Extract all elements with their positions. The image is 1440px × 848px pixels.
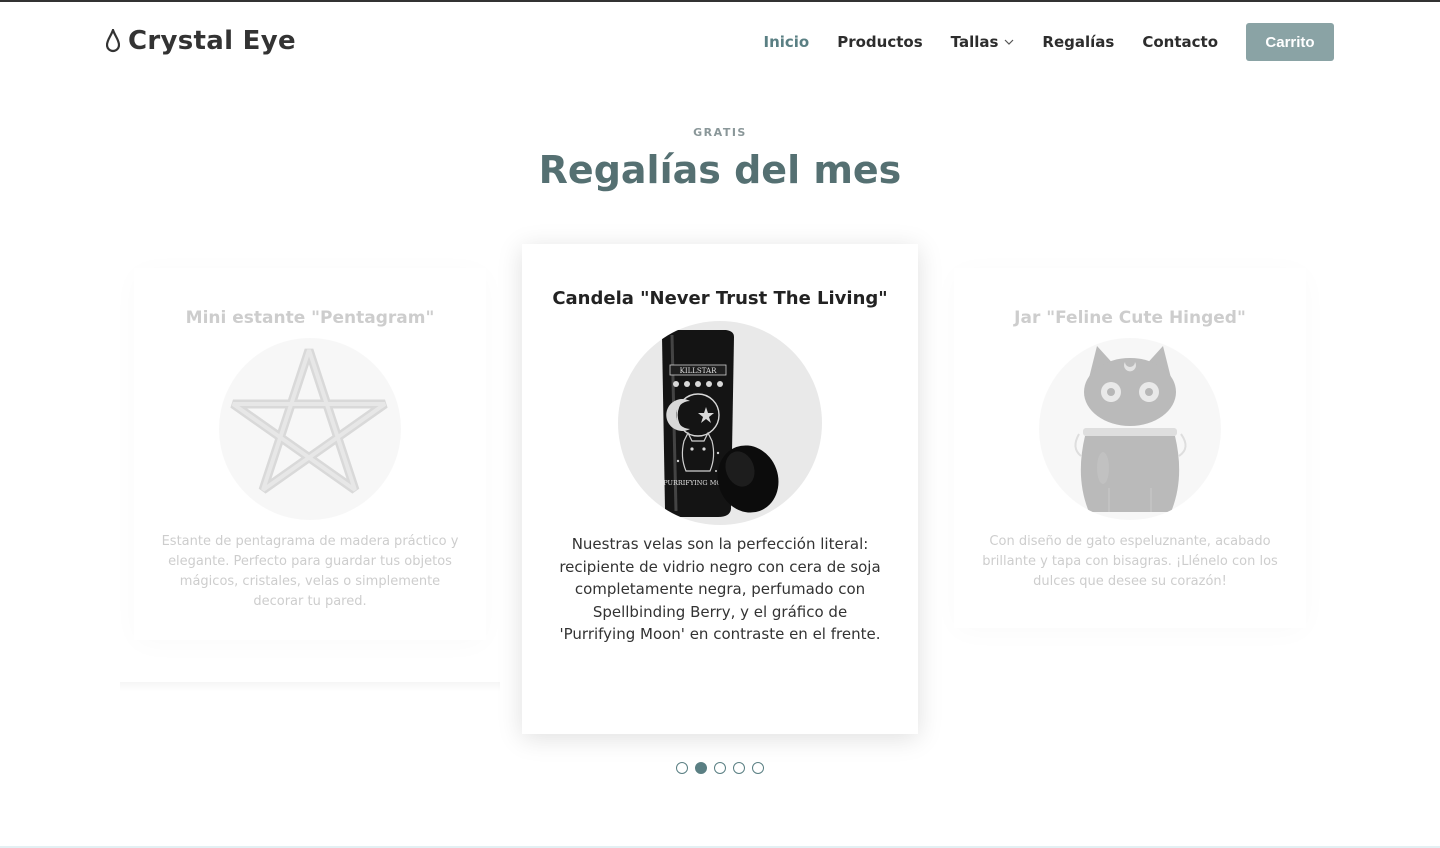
nav-item-tallas[interactable]: Tallas — [951, 33, 1015, 51]
carousel-dot-5[interactable] — [752, 762, 764, 774]
card-title: Jar "Feline Cute Hinged" — [1014, 308, 1246, 328]
card-title: Candela "Never Trust The Living" — [552, 288, 888, 309]
carousel-dot-3[interactable] — [714, 762, 726, 774]
carousel-dot-1[interactable] — [676, 762, 688, 774]
carousel-pager — [0, 762, 1440, 774]
card-shadow-decoration — [120, 682, 500, 692]
candle-icon: KILLSTAR PURRIFYING MOON — [662, 330, 779, 517]
cart-button[interactable]: Carrito — [1246, 23, 1334, 61]
nav-item-regalias[interactable]: Regalías — [1042, 33, 1114, 51]
chevron-down-icon — [1004, 39, 1014, 45]
gift-card-candle[interactable]: Candela "Never Trust The Living" KILLSTA… — [522, 244, 918, 734]
drop-icon — [106, 29, 120, 53]
pentagram-shelf-image — [219, 338, 401, 520]
section-title: Regalías del mes — [538, 148, 902, 192]
card-description: Estante de pentagrama de madera práctico… — [161, 534, 459, 609]
site-header: Crystal Eye Inicio Productos Tallas Rega… — [0, 2, 1440, 82]
brand-logo[interactable]: Crystal Eye — [106, 26, 296, 56]
carousel-dot-4[interactable] — [733, 762, 745, 774]
gift-card-pentagram[interactable]: Mini estante "Pentagram" Estante de pent… — [134, 268, 486, 640]
card-description: Nuestras velas son la perfección literal… — [559, 535, 881, 643]
nav-item-tallas-label: Tallas — [950, 33, 999, 51]
brand-name: Crystal Eye — [128, 26, 296, 56]
carousel-dot-2[interactable] — [695, 762, 707, 774]
nav-item-productos[interactable]: Productos — [837, 33, 922, 51]
candle-label-top: KILLSTAR — [680, 367, 717, 375]
nav-item-inicio[interactable]: Inicio — [763, 33, 809, 51]
cat-jar-icon — [1074, 346, 1187, 512]
nav-item-contacto[interactable]: Contacto — [1142, 33, 1218, 51]
cat-jar-image — [1039, 338, 1221, 520]
card-title: Mini estante "Pentagram" — [185, 308, 435, 328]
candle-jar-image: KILLSTAR PURRIFYING MOON — [618, 321, 822, 525]
main-nav: Inicio Productos Tallas Regalías Contact… — [735, 23, 1334, 61]
section-eyebrow: GRATIS — [693, 126, 747, 139]
gift-card-cat-jar[interactable]: Jar "Feline Cute Hinged" Con diseño de g… — [954, 268, 1306, 628]
card-description: Con diseño de gato espeluznante, acabado… — [982, 534, 1278, 589]
pentagram-icon — [230, 348, 388, 494]
